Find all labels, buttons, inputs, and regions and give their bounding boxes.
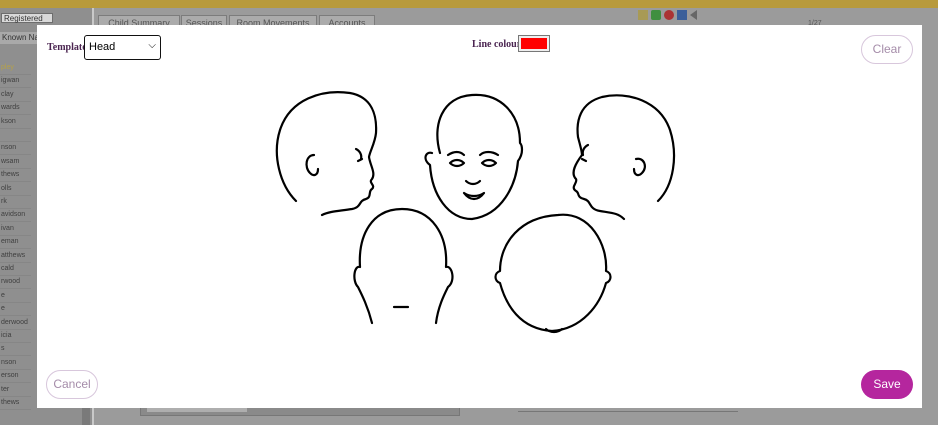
child-list-item[interactable]: derwood	[0, 317, 31, 330]
child-list-item[interactable]: wards	[0, 102, 31, 116]
child-list-item[interactable]: clay	[0, 89, 31, 102]
head-top-icon	[494, 213, 612, 334]
child-list-item[interactable]: avidson	[0, 209, 31, 223]
child-list-item[interactable]: e	[0, 290, 31, 303]
child-list-item[interactable]: kson	[0, 116, 31, 129]
child-list-item[interactable]: atthews	[0, 250, 31, 263]
toolbar-icons	[638, 10, 697, 20]
head-left-profile-icon	[275, 91, 378, 217]
pencil-icon[interactable]	[638, 10, 648, 20]
child-list-item[interactable]: thews	[0, 169, 31, 183]
app-top-bar	[0, 0, 938, 8]
child-list-item[interactable]	[0, 129, 31, 142]
cancel-button[interactable]: Cancel	[46, 370, 98, 399]
child-list-item[interactable]: pley	[0, 62, 31, 75]
line-colour-picker[interactable]	[518, 35, 550, 52]
head-back-icon	[353, 207, 454, 325]
child-list-item[interactable]: e	[0, 303, 31, 317]
template-label: Template	[47, 42, 87, 53]
child-list-item[interactable]: rk	[0, 196, 31, 209]
child-list-item[interactable]: wsam	[0, 156, 31, 169]
child-list-item[interactable]: erson	[0, 370, 31, 384]
line-colour-label: Line colour	[472, 39, 522, 50]
clear-button[interactable]: Clear	[861, 35, 913, 64]
child-list-item[interactable]: olls	[0, 183, 31, 196]
child-list-item[interactable]: nson	[0, 142, 31, 156]
chevron-down-icon: ⌵	[148, 40, 156, 51]
head-right-profile-icon	[572, 94, 676, 221]
head-front-icon	[424, 93, 524, 221]
prev-icon[interactable]	[690, 10, 697, 20]
template-select-value: Head	[89, 41, 116, 53]
child-list-item[interactable]: nson	[0, 357, 31, 370]
body-map-modal: Template Head ⌵ Line colour Clear Cancel…	[37, 25, 922, 408]
child-list-item[interactable]: igwan	[0, 75, 31, 89]
status-select[interactable]: Registered	[1, 13, 53, 23]
child-list-item[interactable]: ter	[0, 384, 31, 397]
line-colour-fill	[521, 38, 547, 49]
drawing-canvas[interactable]	[262, 85, 702, 345]
child-list-item[interactable]: icia	[0, 330, 31, 343]
remove-icon[interactable]	[664, 10, 674, 20]
save-button[interactable]: Save	[861, 370, 913, 399]
child-list-item[interactable]: ivan	[0, 223, 31, 236]
child-list-item[interactable]: thews	[0, 397, 31, 410]
add-icon[interactable]	[651, 10, 661, 20]
child-list-item[interactable]: cald	[0, 263, 31, 276]
template-select[interactable]: Head ⌵	[84, 35, 161, 60]
report-icon[interactable]	[677, 10, 687, 20]
child-list-item[interactable]: rwood	[0, 276, 31, 290]
child-list-item[interactable]: eman	[0, 236, 31, 250]
child-list-item[interactable]: s	[0, 343, 31, 357]
